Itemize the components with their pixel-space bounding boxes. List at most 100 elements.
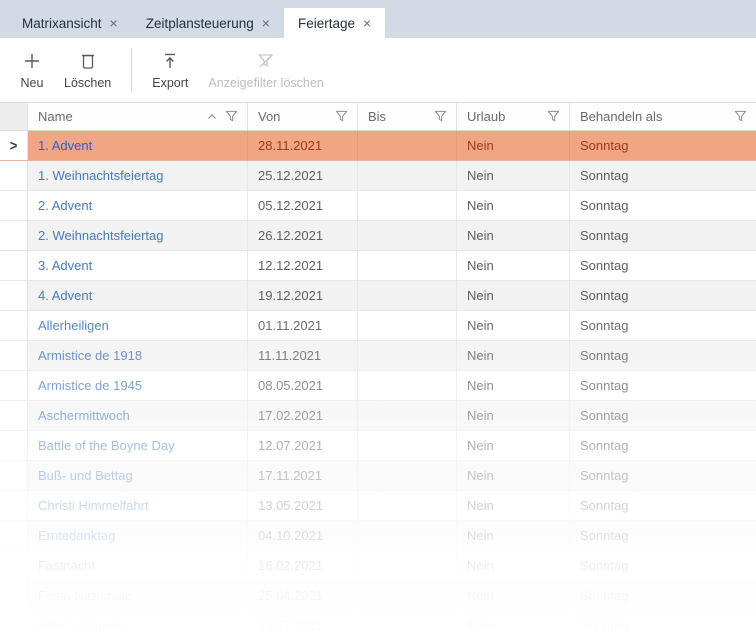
cell-name[interactable]: 1. Weihnachtsfeiertag (28, 161, 248, 190)
cell-name[interactable]: Fastnacht (28, 551, 248, 580)
cell-bis[interactable] (358, 251, 457, 280)
cell-name[interactable]: Festa Nazionale (28, 581, 248, 610)
column-header-bis[interactable]: Bis (358, 103, 457, 130)
tab-close-icon[interactable]: × (262, 16, 270, 30)
cell-behandeln-als[interactable]: Sonntag (570, 341, 756, 370)
table-row[interactable]: Fastnacht 16.02.2021 Nein Sonntag (0, 551, 756, 581)
tab-feiertage[interactable]: Feiertage × (284, 8, 385, 38)
delete-button[interactable]: Löschen (54, 44, 121, 96)
cell-bis[interactable] (358, 551, 457, 580)
tab-matrixansicht[interactable]: Matrixansicht × (8, 8, 132, 38)
cell-urlaub[interactable]: Nein (457, 251, 570, 280)
cell-urlaub[interactable]: Nein (457, 341, 570, 370)
table-row[interactable]: 1. Weihnachtsfeiertag 25.12.2021 Nein So… (0, 161, 756, 191)
cell-bis[interactable] (358, 191, 457, 220)
cell-von[interactable]: 17.11.2021 (248, 461, 358, 490)
cell-bis[interactable] (358, 161, 457, 190)
table-row[interactable]: Aschermittwoch 17.02.2021 Nein Sonntag (0, 401, 756, 431)
cell-urlaub[interactable]: Nein (457, 311, 570, 340)
table-row[interactable]: Battle of the Boyne Day 12.07.2021 Nein … (0, 431, 756, 461)
cell-urlaub[interactable]: Nein (457, 131, 570, 160)
cell-urlaub[interactable]: Nein (457, 161, 570, 190)
cell-behandeln-als[interactable]: Sonntag (570, 311, 756, 340)
cell-name[interactable]: Battle of the Boyne Day (28, 431, 248, 460)
clear-display-filter-button[interactable]: Anzeigefilter löschen (198, 44, 333, 96)
column-header-behandeln-als[interactable]: Behandeln als (570, 103, 756, 130)
cell-von[interactable]: 14.07.2021 (248, 611, 358, 633)
cell-name[interactable]: 2. Advent (28, 191, 248, 220)
cell-bis[interactable] (358, 581, 457, 610)
cell-von[interactable]: 05.12.2021 (248, 191, 358, 220)
table-row[interactable]: Allerheiligen 01.11.2021 Nein Sonntag (0, 311, 756, 341)
cell-von[interactable]: 16.02.2021 (248, 551, 358, 580)
cell-bis[interactable] (358, 341, 457, 370)
column-header-name[interactable]: Name (28, 103, 248, 130)
tab-zeitplansteuerung[interactable]: Zeitplansteuerung × (132, 8, 284, 38)
filter-funnel-icon[interactable] (433, 109, 448, 124)
cell-behandeln-als[interactable]: Sonntag (570, 221, 756, 250)
cell-behandeln-als[interactable]: Sonntag (570, 551, 756, 580)
cell-name[interactable]: 4. Advent (28, 281, 248, 310)
table-row[interactable]: Fête Nationale 14.07.2021 Nein Sonntag (0, 611, 756, 633)
cell-bis[interactable] (358, 281, 457, 310)
table-row[interactable]: 2. Advent 05.12.2021 Nein Sonntag (0, 191, 756, 221)
cell-urlaub[interactable]: Nein (457, 281, 570, 310)
cell-urlaub[interactable]: Nein (457, 611, 570, 633)
cell-urlaub[interactable]: Nein (457, 461, 570, 490)
cell-von[interactable]: 19.12.2021 (248, 281, 358, 310)
cell-behandeln-als[interactable]: Sonntag (570, 281, 756, 310)
cell-von[interactable]: 08.05.2021 (248, 371, 358, 400)
column-header-von[interactable]: Von (248, 103, 358, 130)
table-row[interactable]: 2. Weihnachtsfeiertag 26.12.2021 Nein So… (0, 221, 756, 251)
cell-name[interactable]: Armistice de 1918 (28, 341, 248, 370)
cell-bis[interactable] (358, 431, 457, 460)
cell-name[interactable]: Allerheiligen (28, 311, 248, 340)
cell-bis[interactable] (358, 611, 457, 633)
cell-behandeln-als[interactable]: Sonntag (570, 131, 756, 160)
cell-von[interactable]: 25.04.2021 (248, 581, 358, 610)
cell-von[interactable]: 26.12.2021 (248, 221, 358, 250)
export-button[interactable]: Export (142, 44, 198, 96)
cell-behandeln-als[interactable]: Sonntag (570, 431, 756, 460)
cell-name[interactable]: Aschermittwoch (28, 401, 248, 430)
table-row[interactable]: Festa Nazionale 25.04.2021 Nein Sonntag (0, 581, 756, 611)
cell-bis[interactable] (358, 401, 457, 430)
cell-bis[interactable] (358, 131, 457, 160)
cell-von[interactable]: 12.07.2021 (248, 431, 358, 460)
cell-von[interactable]: 04.10.2021 (248, 521, 358, 550)
cell-behandeln-als[interactable]: Sonntag (570, 251, 756, 280)
cell-bis[interactable] (358, 221, 457, 250)
cell-behandeln-als[interactable]: Sonntag (570, 611, 756, 633)
cell-behandeln-als[interactable]: Sonntag (570, 401, 756, 430)
filter-funnel-icon[interactable] (733, 109, 748, 124)
cell-bis[interactable] (358, 491, 457, 520)
cell-name[interactable]: Erntedanktag (28, 521, 248, 550)
cell-von[interactable]: 13.05.2021 (248, 491, 358, 520)
cell-urlaub[interactable]: Nein (457, 431, 570, 460)
table-row[interactable]: 4. Advent 19.12.2021 Nein Sonntag (0, 281, 756, 311)
cell-urlaub[interactable]: Nein (457, 551, 570, 580)
cell-bis[interactable] (358, 311, 457, 340)
cell-urlaub[interactable]: Nein (457, 221, 570, 250)
cell-name[interactable]: Armistice de 1945 (28, 371, 248, 400)
cell-bis[interactable] (358, 371, 457, 400)
table-row[interactable]: Christi Himmelfahrt 13.05.2021 Nein Sonn… (0, 491, 756, 521)
filter-funnel-icon[interactable] (224, 109, 239, 124)
tab-close-icon[interactable]: × (110, 16, 118, 30)
cell-von[interactable]: 01.11.2021 (248, 311, 358, 340)
cell-name[interactable]: 1. Advent (28, 131, 248, 160)
cell-name[interactable]: Buß- und Bettag (28, 461, 248, 490)
cell-bis[interactable] (358, 521, 457, 550)
cell-urlaub[interactable]: Nein (457, 191, 570, 220)
cell-urlaub[interactable]: Nein (457, 581, 570, 610)
cell-name[interactable]: Christi Himmelfahrt (28, 491, 248, 520)
filter-funnel-icon[interactable] (546, 109, 561, 124)
column-header-urlaub[interactable]: Urlaub (457, 103, 570, 130)
table-row[interactable]: Armistice de 1945 08.05.2021 Nein Sonnta… (0, 371, 756, 401)
cell-name[interactable]: 2. Weihnachtsfeiertag (28, 221, 248, 250)
cell-urlaub[interactable]: Nein (457, 371, 570, 400)
new-button[interactable]: Neu (10, 44, 54, 96)
cell-behandeln-als[interactable]: Sonntag (570, 161, 756, 190)
table-row[interactable]: Erntedanktag 04.10.2021 Nein Sonntag (0, 521, 756, 551)
table-row[interactable]: 3. Advent 12.12.2021 Nein Sonntag (0, 251, 756, 281)
